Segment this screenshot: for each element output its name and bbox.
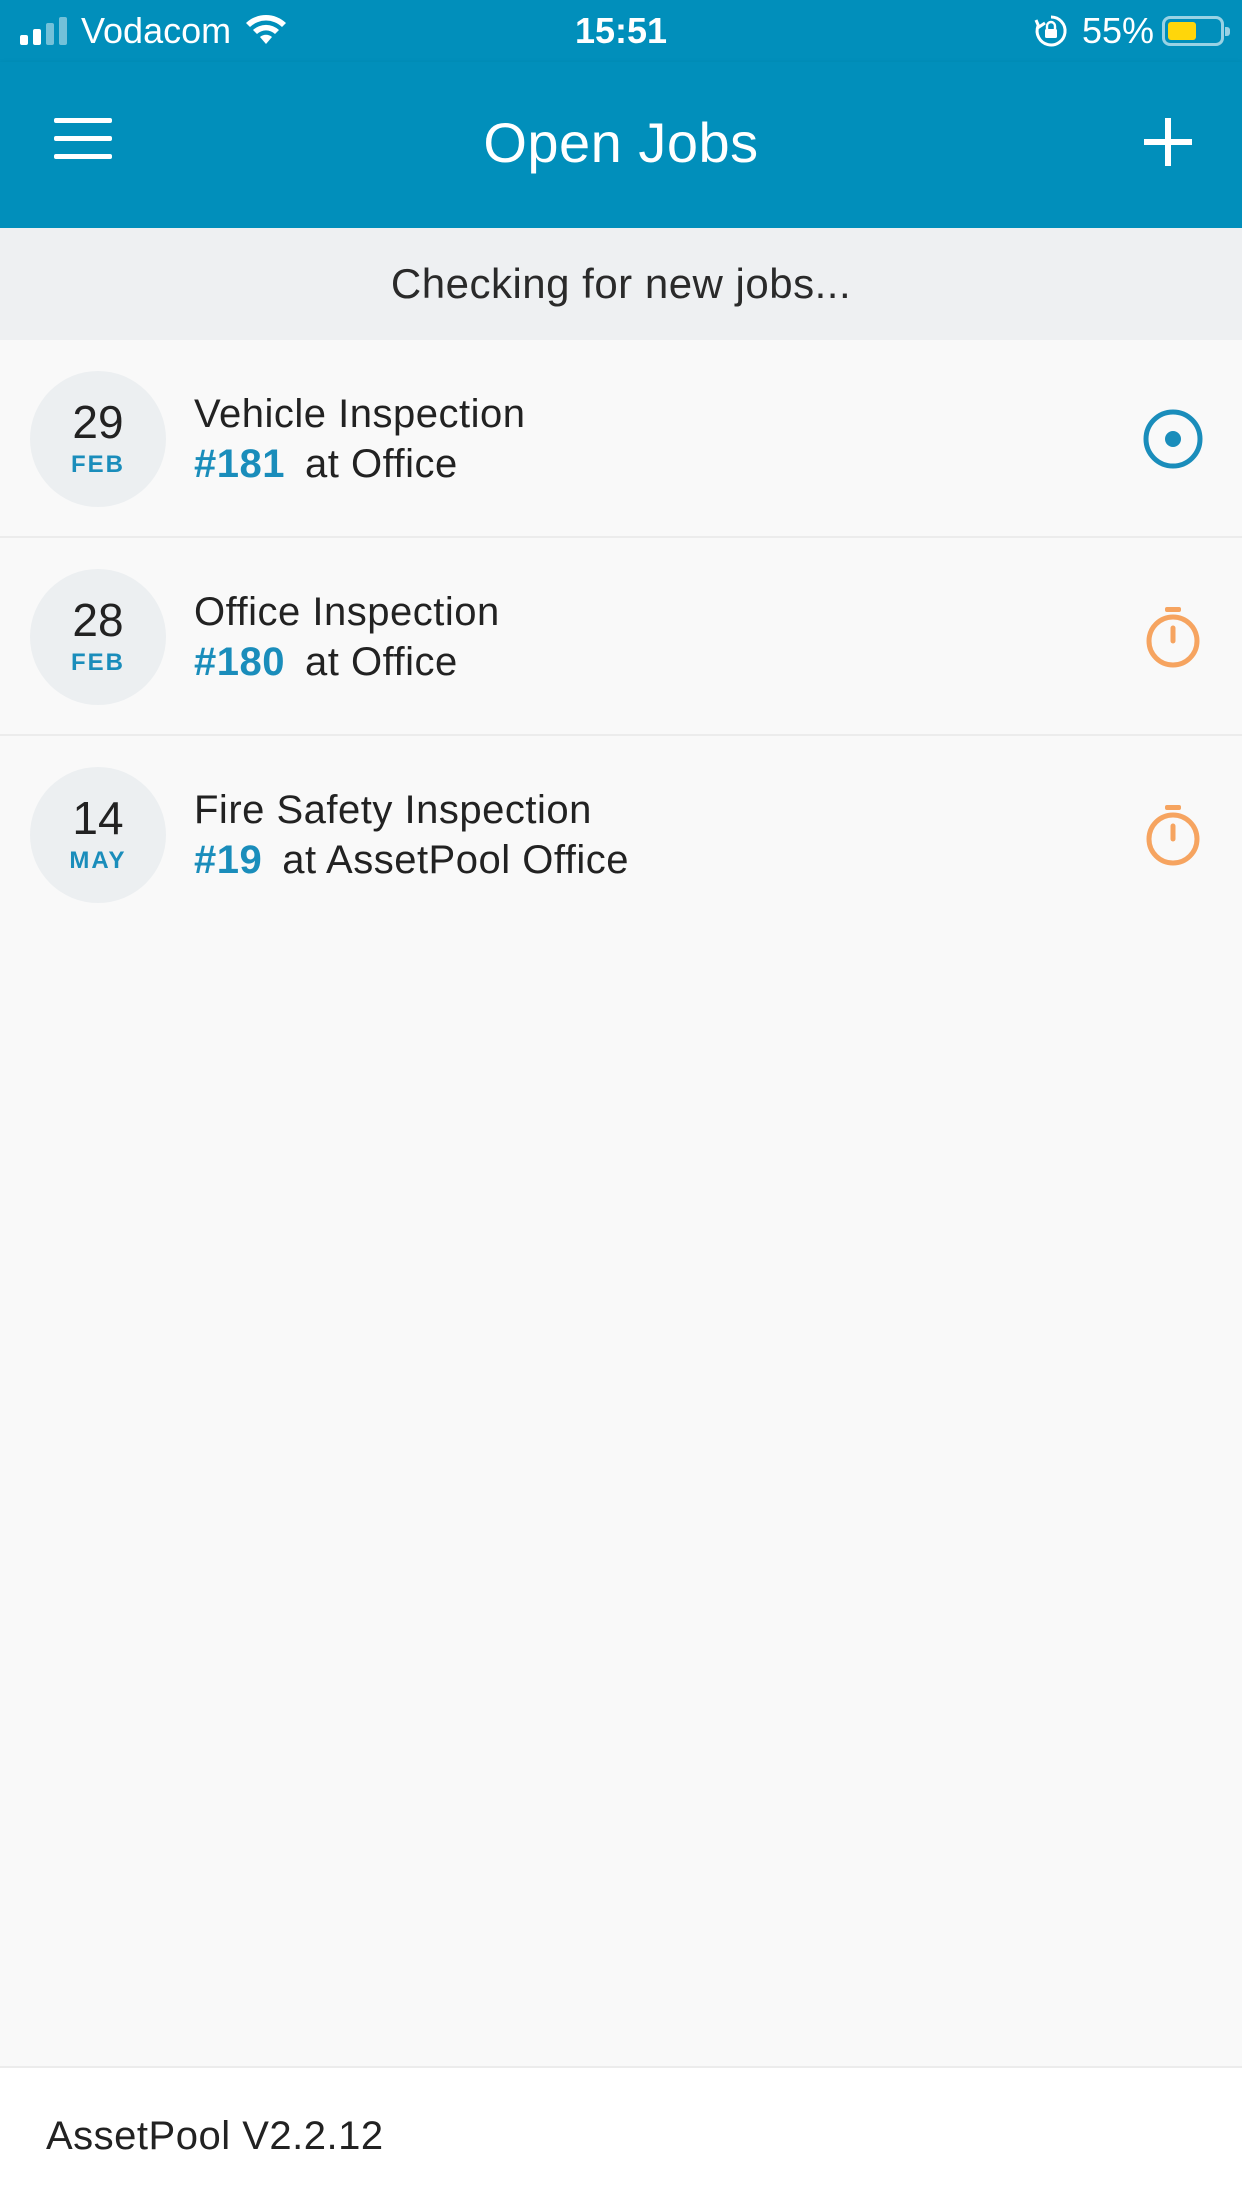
job-title: Vehicle Inspection — [194, 392, 526, 436]
job-number: #19 — [194, 838, 263, 882]
job-list-item[interactable]: 28 FEB Office Inspection #180 at Office — [0, 538, 1242, 736]
job-subtitle: #180 at Office — [194, 640, 458, 685]
job-location: at Office — [304, 442, 458, 486]
battery-percent: 55% — [1081, 10, 1154, 51]
job-list-item[interactable]: 14 MAY Fire Safety Inspection #19 at Asse… — [0, 736, 1242, 934]
app-version: AssetPool V2.2.12 — [46, 2114, 384, 2158]
app-header: Open Jobs — [0, 62, 1242, 228]
status-bar: Vodacom 15:51 55% — [0, 0, 1242, 62]
job-location: at Office — [304, 640, 458, 684]
job-subtitle: #19 at AssetPool Office — [194, 838, 629, 883]
job-subtitle: #181 at Office — [194, 442, 458, 487]
date-month: MAY — [69, 847, 127, 874]
job-list: 29 FEB Vehicle Inspection #181 at Office … — [0, 340, 1242, 934]
sync-status-banner: Checking for new jobs... — [0, 228, 1242, 340]
job-title: Fire Safety Inspection — [194, 788, 592, 832]
date-badge: 29 FEB — [30, 371, 166, 507]
date-badge: 28 FEB — [30, 569, 166, 705]
plus-icon[interactable] — [1144, 118, 1192, 166]
status-right: 55% — [1034, 10, 1230, 52]
stopwatch-icon[interactable] — [1140, 604, 1206, 670]
job-title: Office Inspection — [194, 590, 500, 634]
job-location: at AssetPool Office — [282, 838, 629, 882]
app-footer: AssetPool V2.2.12 — [0, 2066, 1242, 2208]
battery-level — [1168, 22, 1196, 40]
job-number: #180 — [194, 640, 285, 684]
open-jobs-screen: Vodacom 15:51 55% Open Jobs Checking for… — [0, 0, 1242, 2208]
rotation-lock-icon — [1034, 15, 1067, 47]
date-day: 29 — [72, 396, 124, 448]
job-number: #181 — [194, 442, 285, 486]
date-month: FEB — [71, 451, 125, 478]
job-list-item[interactable]: 29 FEB Vehicle Inspection #181 at Office — [0, 340, 1242, 538]
date-day: 28 — [72, 594, 124, 646]
stopwatch-icon[interactable] — [1140, 802, 1206, 868]
date-badge: 14 MAY — [30, 767, 166, 903]
page-title: Open Jobs — [483, 111, 759, 174]
date-day: 14 — [72, 792, 124, 844]
date-month: FEB — [71, 649, 125, 676]
battery-icon — [1162, 16, 1230, 46]
in-progress-target-icon[interactable] — [1140, 406, 1206, 472]
